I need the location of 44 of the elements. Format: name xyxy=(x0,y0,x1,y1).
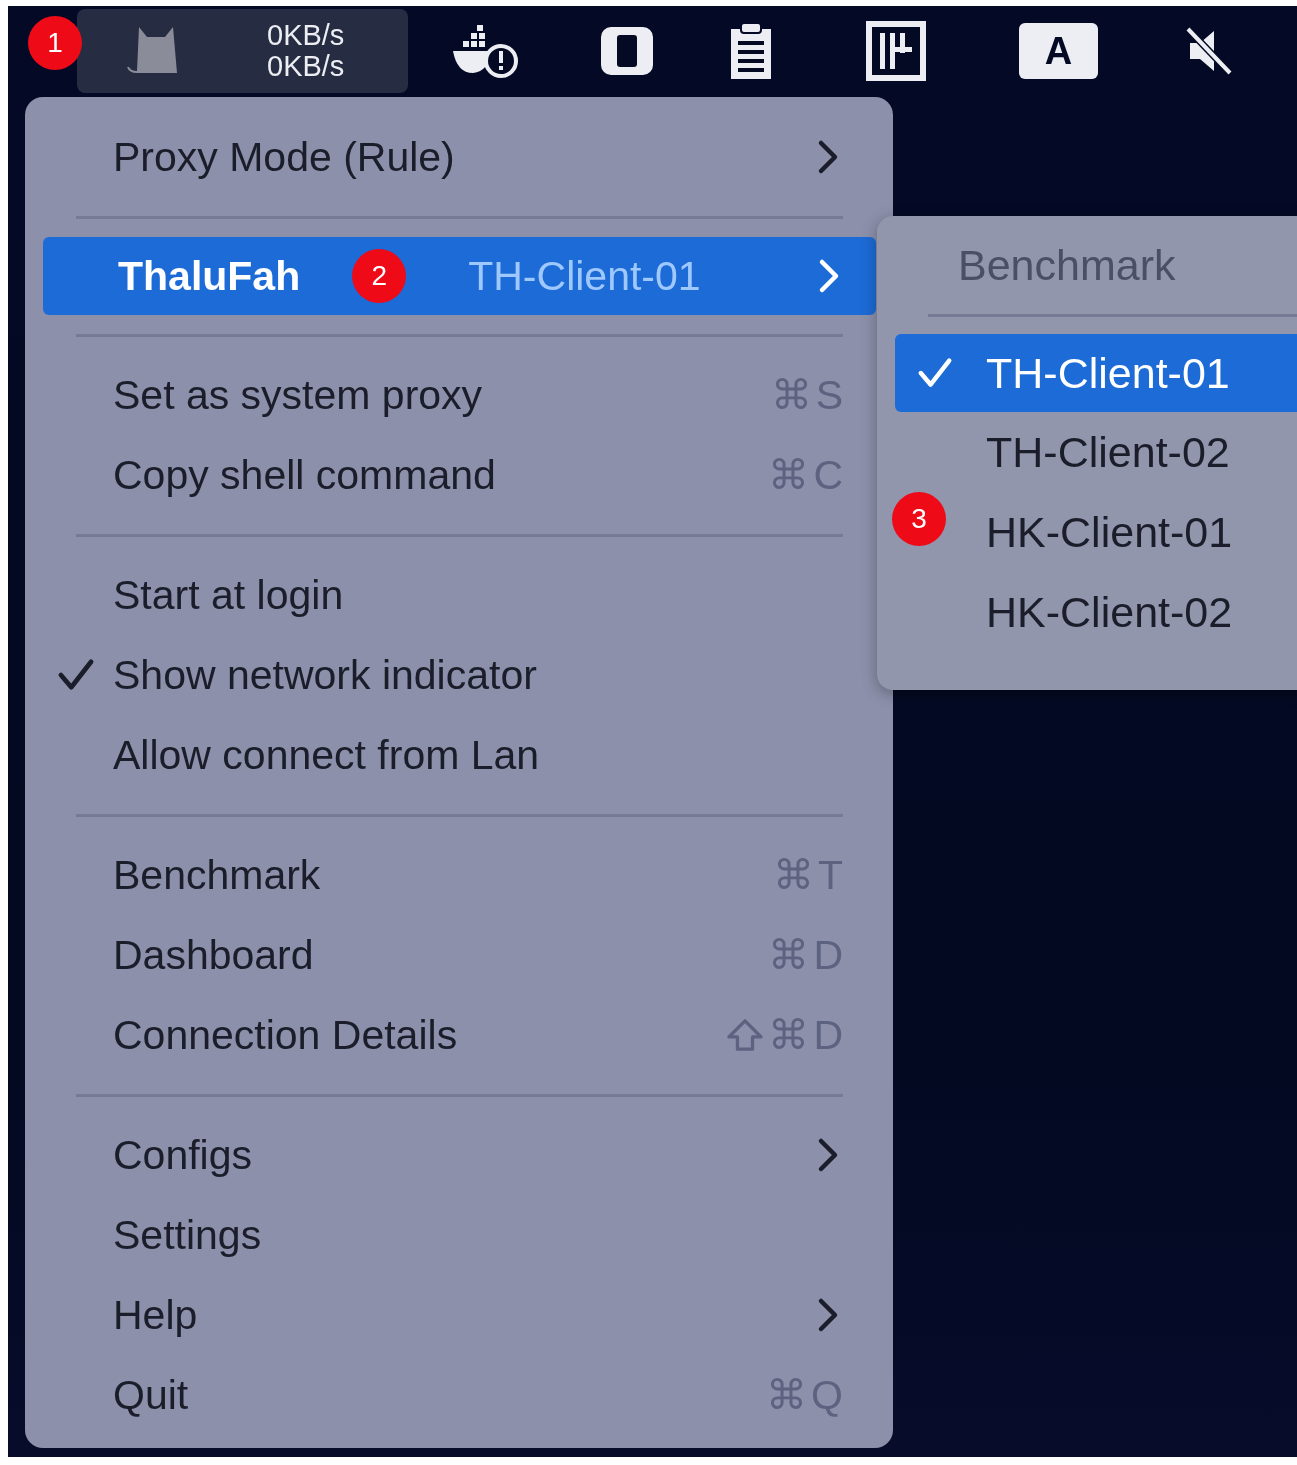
menu-item-label: Proxy Mode (Rule) xyxy=(113,133,455,181)
annotation-badge: 3 xyxy=(892,492,946,546)
menu-item-label: Start at login xyxy=(113,571,344,619)
menu-item-label: Help xyxy=(113,1291,198,1339)
menu-item[interactable]: ThaluFah 2 TH-Client-01 xyxy=(43,237,876,315)
proxy-option-label: HK-Client-01 xyxy=(986,507,1233,557)
menu-item-label: Connection Details xyxy=(113,1011,458,1059)
download-speed: 0KB/s xyxy=(267,51,345,82)
proxy-option-label: TH-Client-01 xyxy=(986,348,1230,398)
muted-speaker-icon[interactable] xyxy=(1184,25,1234,77)
proxy-option[interactable]: TH-Client-02 xyxy=(895,412,1297,492)
menu-item-label: Benchmark xyxy=(113,851,321,899)
menu-item[interactable]: Proxy Mode (Rule) xyxy=(25,117,876,197)
menu-item-label: Set as system proxy xyxy=(113,371,483,419)
whale-alert-icon[interactable] xyxy=(451,23,521,79)
selected-proxy-label: TH-Client-01 xyxy=(468,252,701,300)
menu-item-label: Quit xyxy=(113,1371,189,1419)
annotation-badge: 2 xyxy=(352,249,407,303)
submenu-header: Benchmark xyxy=(957,240,1177,291)
proxy-option-label: HK-Client-02 xyxy=(986,587,1233,637)
menu-item-label: Allow connect from Lan xyxy=(113,731,540,779)
menu-item-label: Copy shell command xyxy=(113,451,496,499)
network-indicator[interactable]: 0KB/s 0KB/s xyxy=(77,9,408,93)
input-source-indicator[interactable]: A xyxy=(1019,23,1098,79)
menu-item[interactable]: Show network indicator xyxy=(25,635,876,715)
menu-item[interactable]: Start at login xyxy=(25,555,876,635)
upload-speed: 0KB/s xyxy=(267,20,345,51)
checkmark-icon xyxy=(917,357,953,389)
proxy-option[interactable]: 3 HK-Client-01 xyxy=(895,492,1297,572)
menu-item-label: Show network indicator xyxy=(113,651,537,699)
menu-item[interactable]: Help xyxy=(25,1275,876,1355)
menu-item-label: Dashboard xyxy=(113,931,314,979)
menu-item-label: Configs xyxy=(113,1131,252,1179)
annotation-badge: 1 xyxy=(28,16,82,70)
grid-box-icon[interactable] xyxy=(864,19,928,83)
menu-item-label: Settings xyxy=(113,1211,262,1259)
checkmark-icon xyxy=(57,658,95,692)
proxy-option[interactable]: TH-Client-01 xyxy=(895,334,1297,412)
menu-item[interactable]: Configs xyxy=(25,1115,876,1195)
menu-item[interactable]: Allow connect from Lan xyxy=(25,715,876,795)
proxy-option-label: TH-Client-02 xyxy=(986,427,1230,477)
proxy-option[interactable]: HK-Client-02 xyxy=(895,572,1297,652)
menu-item[interactable]: Settings xyxy=(25,1195,876,1275)
menu-item-label: ThaluFah xyxy=(118,252,301,300)
